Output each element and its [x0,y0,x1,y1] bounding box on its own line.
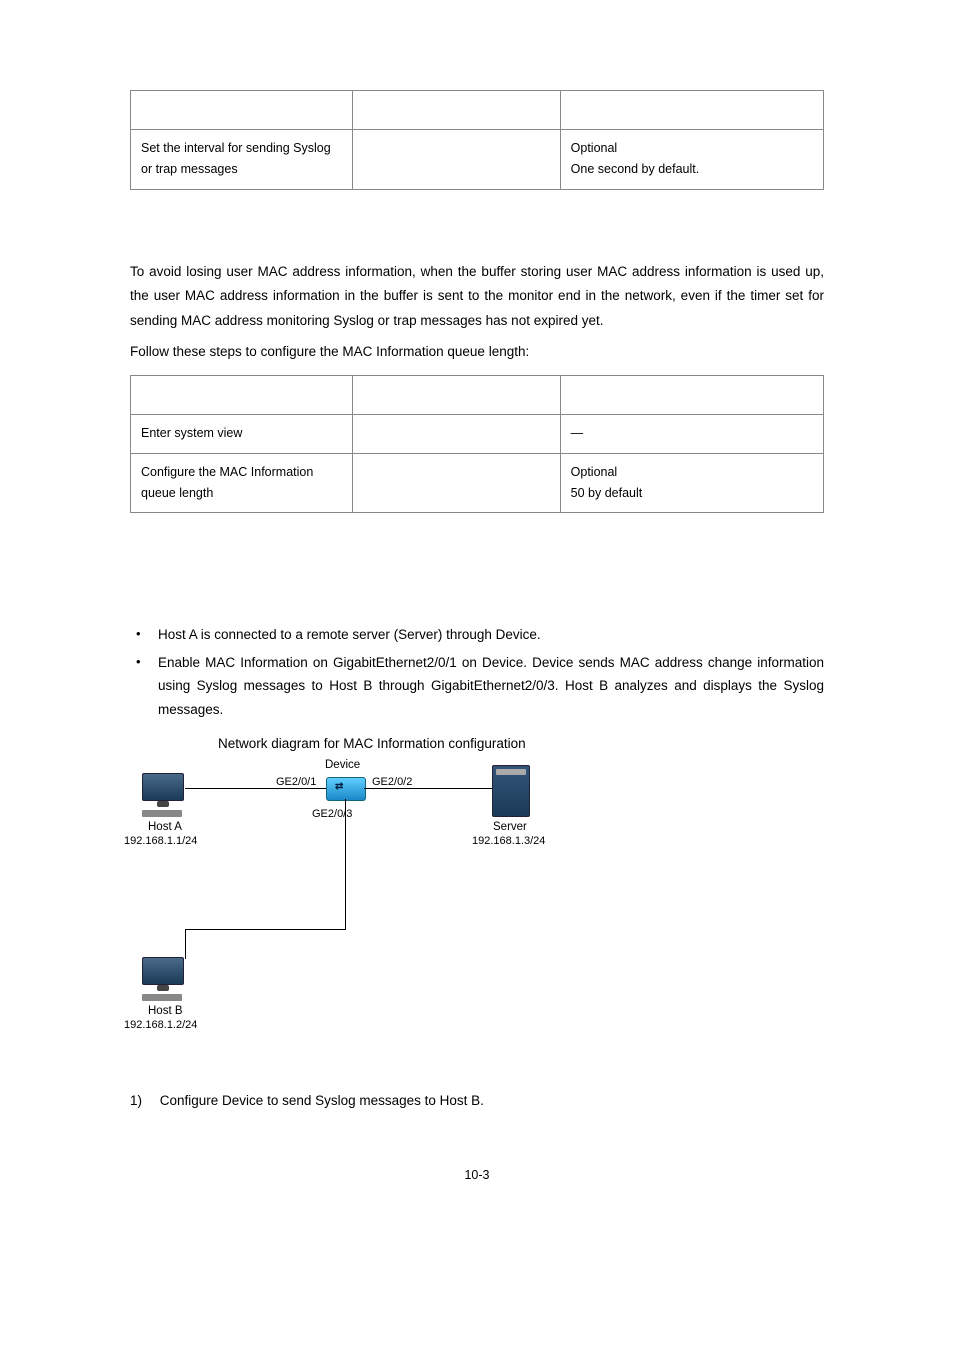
queue-length-table: Enter system view — Configure the MAC In… [130,375,824,513]
table-header-cell [131,91,353,130]
table-header-cell [352,91,560,130]
host-b-ip: 192.168.1.2/24 [124,1019,197,1031]
cell-description: Configure the MAC Information queue leng… [131,453,353,513]
cell-description: Enter system view [131,415,353,453]
link-line [345,799,346,929]
device-label: Device [325,759,360,771]
page-number: 10-3 [130,1168,824,1182]
table-header-cell [131,376,353,415]
network-diagram: Device ⇄ GE2/0/1 GE2/0/2 GE2/0/3 Host A … [130,759,560,1039]
cell-command [352,130,560,190]
list-item: Host A is connected to a remote server (… [130,623,824,647]
cell-command [352,415,560,453]
link-line [185,788,326,789]
step-line: 1) Configure Device to send Syslog messa… [130,1093,824,1108]
paragraph: Follow these steps to configure the MAC … [130,340,824,365]
device-arrow-icon: ⇄ [335,781,343,792]
port-label-ge202: GE2/0/2 [372,776,412,788]
server-label: Server [493,821,527,833]
remark-line: Optional [571,462,813,483]
cell-remarks: Optional One second by default. [560,130,823,190]
table-row: Enter system view — [131,415,824,453]
cell-remarks: Optional 50 by default [560,453,823,513]
host-b-label: Host B [148,1005,183,1017]
host-a-icon [142,773,184,809]
table-row: Set the interval for sending Syslog or t… [131,130,824,190]
port-label-ge201: GE2/0/1 [276,776,316,788]
table-header-cell [352,376,560,415]
link-line [185,929,346,930]
interval-table: Set the interval for sending Syslog or t… [130,90,824,190]
table-row: Configure the MAC Information queue leng… [131,453,824,513]
paragraph: To avoid losing user MAC address informa… [130,260,824,335]
server-icon [492,765,530,817]
table-header-cell [560,376,823,415]
host-a-label: Host A [148,821,182,833]
server-ip: 192.168.1.3/24 [472,835,545,847]
link-line [185,929,186,959]
step-text: Configure Device to send Syslog messages… [160,1093,484,1108]
link-line [364,788,492,789]
step-number: 1) [130,1093,156,1108]
cell-command [352,453,560,513]
device-icon: ⇄ [326,777,366,801]
list-item: Enable MAC Information on GigabitEtherne… [130,651,824,722]
remark-line: 50 by default [571,483,813,504]
remark-line: Optional [571,138,813,159]
figure-caption: Network diagram for MAC Information conf… [218,736,824,751]
cell-remarks: — [560,415,823,453]
table-header-cell [560,91,823,130]
host-a-ip: 192.168.1.1/24 [124,835,197,847]
cell-description: Set the interval for sending Syslog or t… [131,130,353,190]
remark-line: One second by default. [571,159,813,180]
port-label-ge203: GE2/0/3 [312,808,352,820]
bullet-list: Host A is connected to a remote server (… [130,623,824,722]
host-b-icon [142,957,184,993]
